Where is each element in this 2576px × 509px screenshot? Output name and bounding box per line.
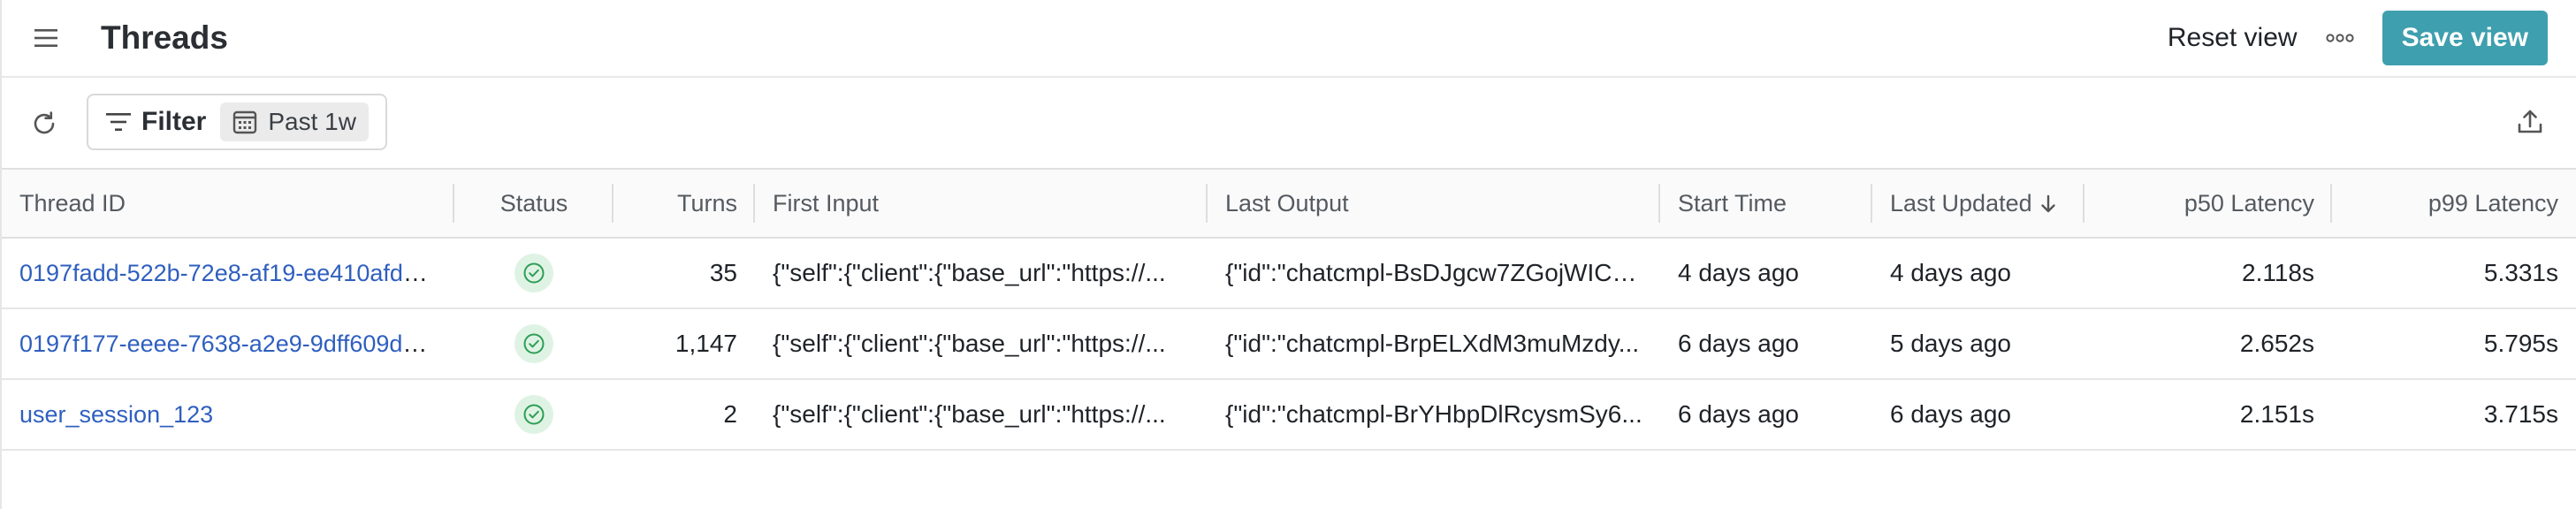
- column-header-thread-id[interactable]: Thread ID: [2, 170, 454, 239]
- status-badge: [514, 254, 553, 292]
- status-badge: [514, 395, 553, 434]
- start-time-cell: 4 days ago: [1660, 238, 1872, 309]
- last-updated-cell: 6 days ago: [1872, 379, 2084, 451]
- thread-id-link[interactable]: 0197fadd-522b-72e8-af19-ee410afd1f90: [19, 259, 449, 286]
- status-badge: [514, 324, 553, 363]
- status-cell: [454, 308, 614, 380]
- filter-lines-icon: [106, 113, 131, 131]
- page-title: Threads: [101, 19, 228, 56]
- p50-latency-cell: 2.118s: [2084, 238, 2332, 309]
- column-header-first-input[interactable]: First Input: [755, 170, 1208, 239]
- more-options-button[interactable]: [2322, 20, 2358, 56]
- column-header-label: Status: [499, 189, 568, 217]
- hamburger-menu-button[interactable]: [30, 25, 62, 51]
- first-input-cell: {"self":{"client":{"base_url":"https://.…: [755, 308, 1208, 380]
- column-header-turns[interactable]: Turns: [614, 170, 755, 239]
- threads-table: Thread ID Status Turns First Input Last …: [2, 170, 2576, 451]
- table-header-row: Thread ID Status Turns First Input Last …: [2, 170, 2576, 239]
- last-updated-cell: 5 days ago: [1872, 308, 2084, 380]
- thread-id-cell: user_session_123: [2, 379, 454, 451]
- last-output-cell: {"id":"chatcmpl-BrYHbpDlRcysmSy6...: [1208, 379, 1660, 451]
- table-row[interactable]: user_session_123 2 {"self":{"client":{"b…: [2, 379, 2576, 451]
- column-header-label: Turns: [676, 189, 737, 217]
- check-circle-icon: [523, 262, 545, 284]
- turns-cell: 35: [614, 238, 755, 309]
- thread-id-cell: 0197fadd-522b-72e8-af19-ee410afd1f90: [2, 238, 454, 309]
- calendar-icon: [233, 110, 257, 134]
- start-time-cell: 6 days ago: [1660, 379, 1872, 451]
- save-view-button[interactable]: Save view: [2382, 11, 2548, 65]
- export-button[interactable]: [2512, 104, 2548, 140]
- column-header-start-time[interactable]: Start Time: [1660, 170, 1872, 239]
- last-output-cell: {"id":"chatcmpl-BrpELXdM3muMzdy...: [1208, 308, 1660, 380]
- p99-latency-cell: 3.715s: [2332, 379, 2576, 451]
- status-cell: [454, 379, 614, 451]
- first-input-cell: {"self":{"client":{"base_url":"https://.…: [755, 379, 1208, 451]
- column-header-label: Thread ID: [19, 189, 126, 217]
- header-actions: Reset view Save view: [2168, 11, 2548, 65]
- column-header-last-updated[interactable]: Last Updated: [1872, 170, 2084, 239]
- start-time-cell: 6 days ago: [1660, 308, 1872, 380]
- upload-icon: [2518, 110, 2542, 133]
- status-cell: [454, 238, 614, 309]
- column-header-label: p99 Latency: [2427, 189, 2558, 217]
- date-range-label: Past 1w: [268, 108, 356, 135]
- toolbar: Filter Past 1w: [2, 78, 2576, 170]
- last-output-cell: {"id":"chatcmpl-BsDJgcw7ZGojWIC1...: [1208, 238, 1660, 309]
- hamburger-icon: [34, 29, 57, 47]
- last-updated-cell: 4 days ago: [1872, 238, 2084, 309]
- p99-latency-cell: 5.795s: [2332, 308, 2576, 380]
- column-header-label: Last Updated: [1890, 189, 2032, 217]
- arrow-down-icon: [2040, 195, 2055, 213]
- refresh-button[interactable]: [27, 106, 62, 141]
- column-header-status[interactable]: Status: [454, 170, 614, 239]
- refresh-icon: [34, 111, 55, 134]
- threads-app: Threads Reset view Save view Filter Past…: [0, 0, 2576, 509]
- ellipsis-icon: [2325, 34, 2354, 42]
- column-header-p99-latency[interactable]: p99 Latency: [2332, 170, 2576, 239]
- turns-cell: 2: [614, 379, 755, 451]
- page-header: Threads Reset view Save view: [2, 0, 2576, 78]
- thread-id-cell: 0197f177-eeee-7638-a2e9-9dff609d567c: [2, 308, 454, 380]
- check-circle-icon: [523, 404, 545, 425]
- turns-cell: 1,147: [614, 308, 755, 380]
- thread-id-link[interactable]: user_session_123: [19, 401, 213, 428]
- column-header-label: p50 Latency: [2184, 189, 2314, 217]
- table-row[interactable]: 0197f177-eeee-7638-a2e9-9dff609d567c 1,1…: [2, 308, 2576, 380]
- reset-view-button[interactable]: Reset view: [2168, 23, 2298, 53]
- p50-latency-cell: 2.652s: [2084, 308, 2332, 380]
- column-header-label: Last Output: [1225, 189, 1349, 217]
- first-input-cell: {"self":{"client":{"base_url":"https://.…: [755, 238, 1208, 309]
- filter-button[interactable]: Filter: [106, 107, 206, 137]
- p99-latency-cell: 5.331s: [2332, 238, 2576, 309]
- column-header-label: Start Time: [1678, 189, 1787, 217]
- date-range-chip[interactable]: Past 1w: [220, 103, 369, 141]
- column-header-last-output[interactable]: Last Output: [1208, 170, 1660, 239]
- column-header-p50-latency[interactable]: p50 Latency: [2084, 170, 2332, 239]
- filter-label: Filter: [141, 107, 207, 136]
- filter-bar: Filter Past 1w: [87, 94, 387, 150]
- check-circle-icon: [523, 333, 545, 354]
- column-header-label: First Input: [773, 189, 880, 217]
- thread-id-link[interactable]: 0197f177-eeee-7638-a2e9-9dff609d567c: [19, 330, 454, 357]
- table-row[interactable]: 0197fadd-522b-72e8-af19-ee410afd1f90 35 …: [2, 238, 2576, 309]
- p50-latency-cell: 2.151s: [2084, 379, 2332, 451]
